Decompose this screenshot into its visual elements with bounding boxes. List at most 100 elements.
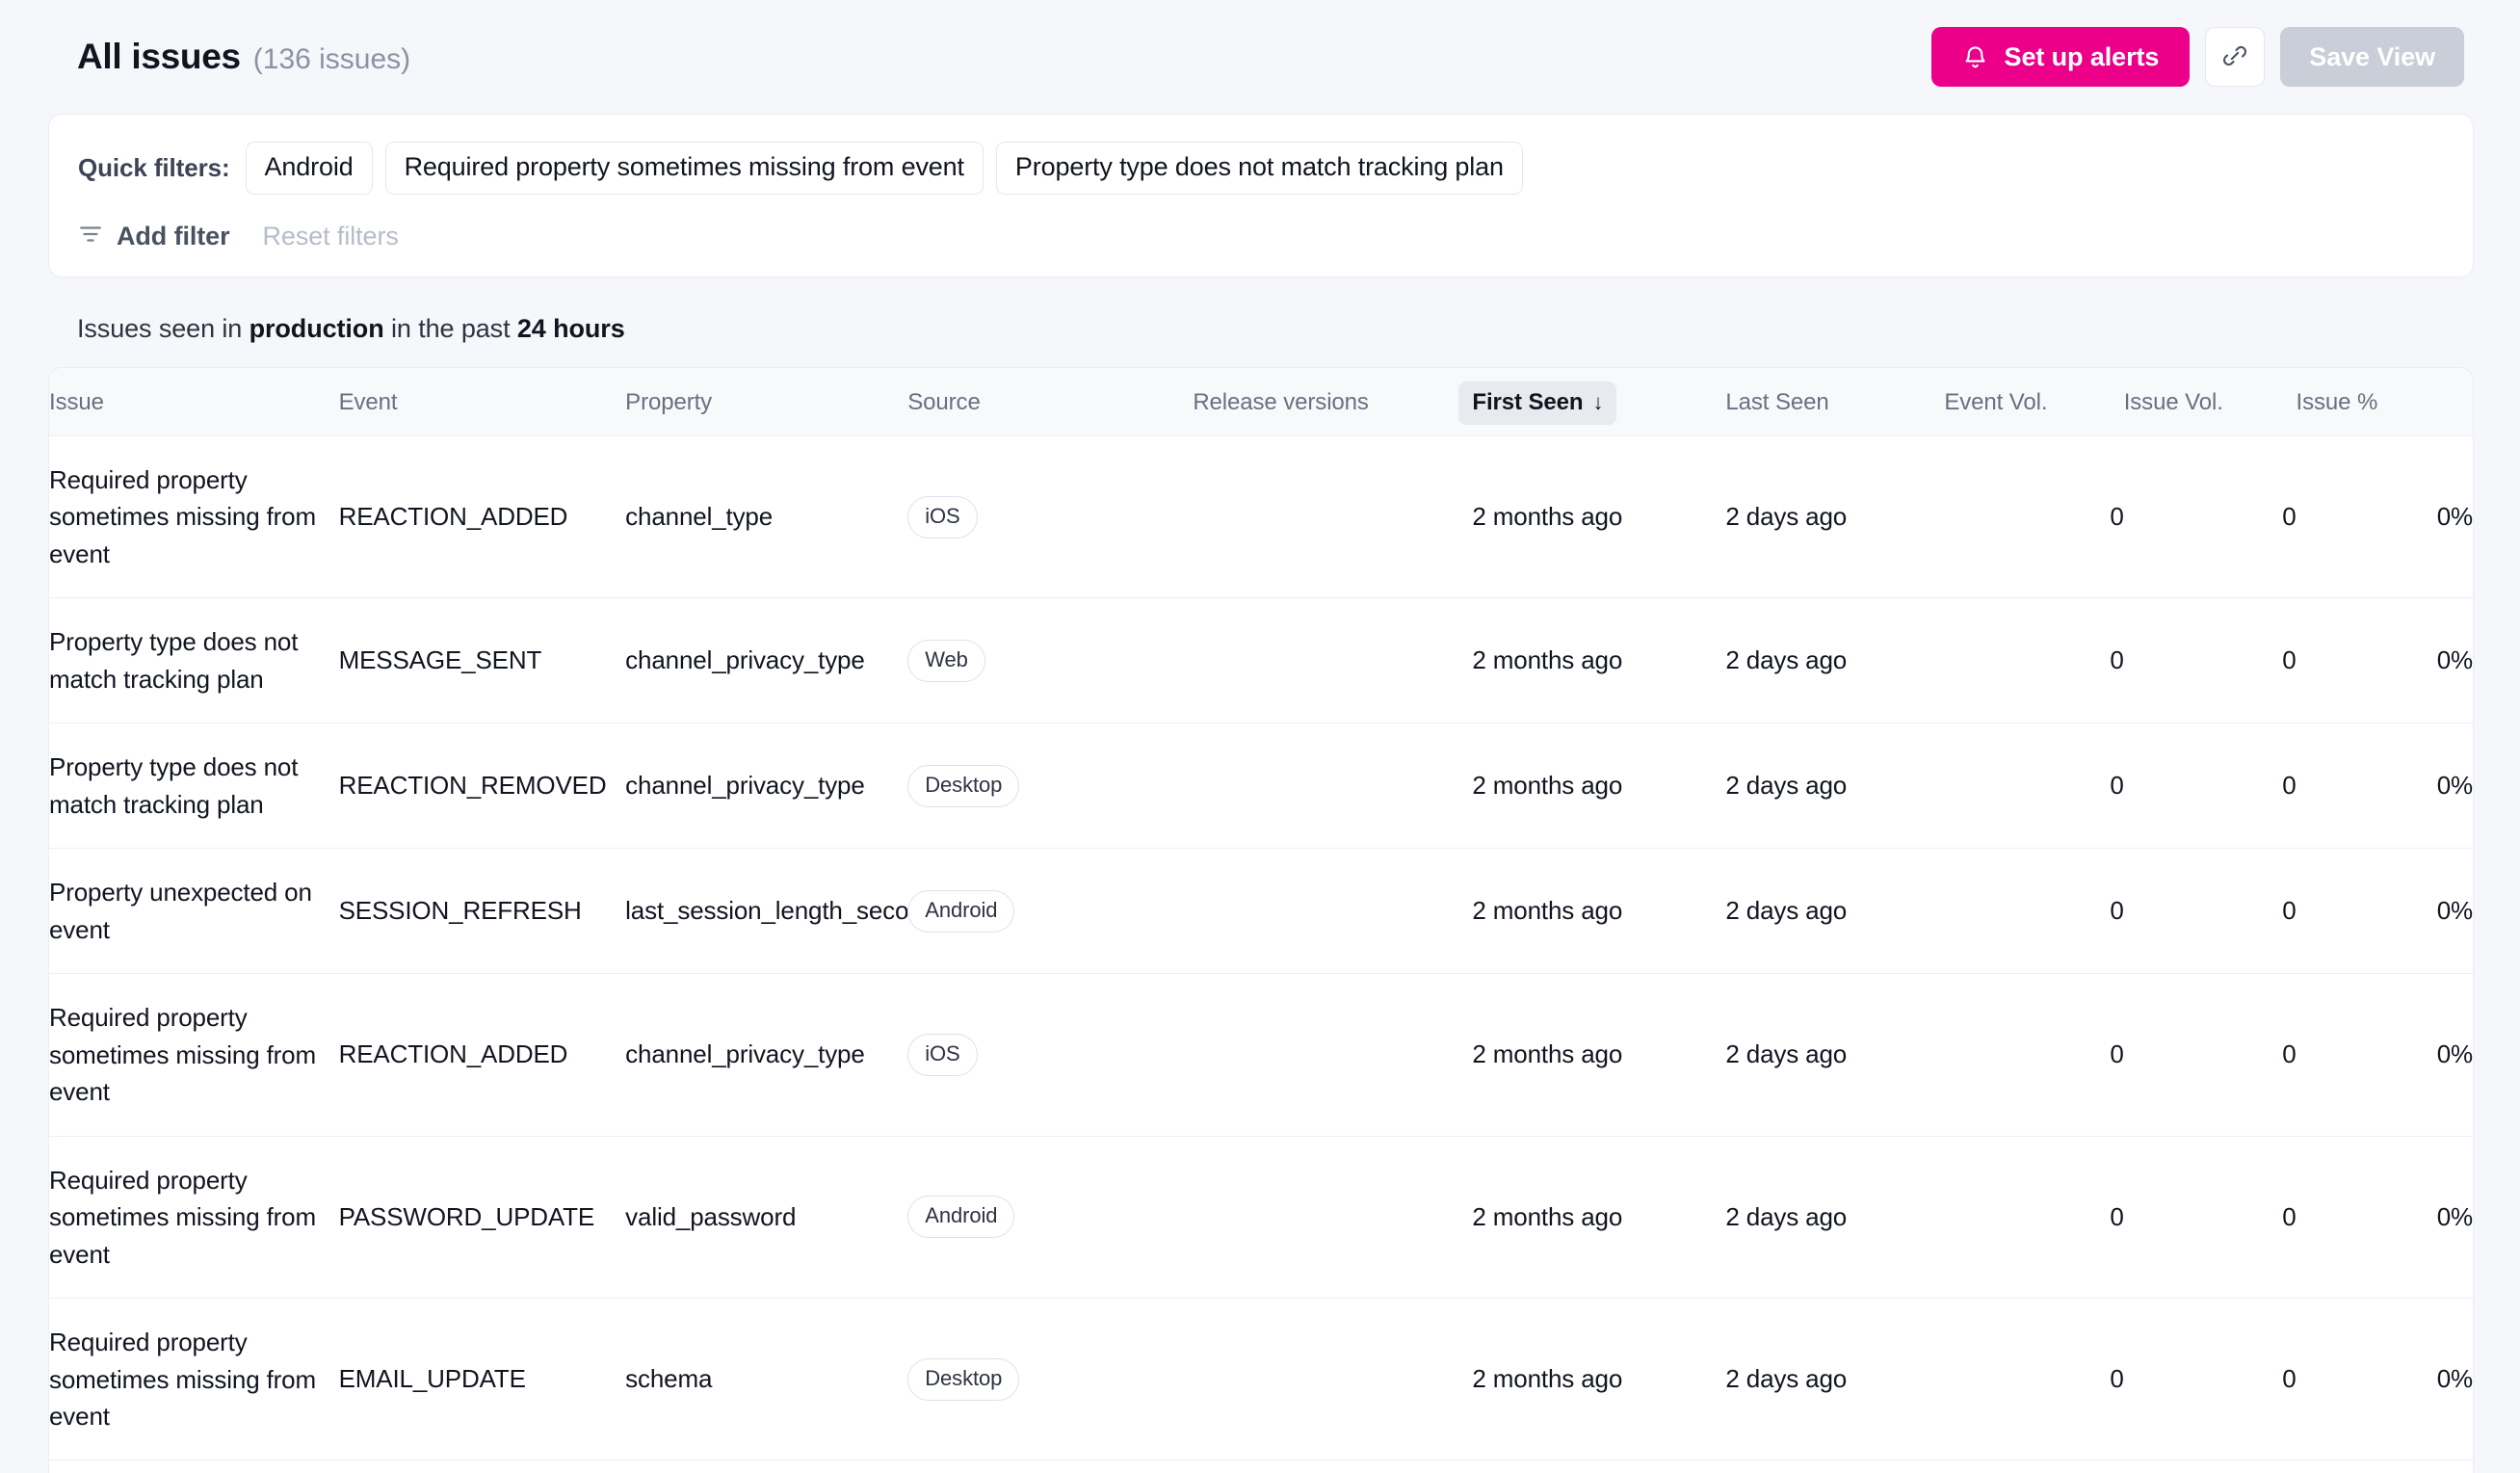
source-badge: Android [907, 1196, 1015, 1239]
cell-issue-vol: 0 [2123, 1460, 2297, 1473]
issues-table: Issue Event Property Source Release vers… [49, 368, 2473, 1473]
cell-issue-pct: 0% [2296, 435, 2473, 599]
add-filter-label: Add filter [117, 222, 230, 250]
quick-filter-property-type-mismatch[interactable]: Property type does not match tracking pl… [995, 142, 1523, 195]
cell-last-seen: 2 days ago [1725, 973, 1945, 1137]
column-header-issue-vol[interactable]: Issue Vol. [2123, 368, 2297, 436]
cell-last-seen: 2 days ago [1725, 1460, 1945, 1473]
column-header-issue-pct[interactable]: Issue % [2296, 368, 2473, 436]
source-badge: iOS [907, 495, 978, 539]
table-row[interactable]: Property type does not match tracking pl… [49, 723, 2473, 850]
cell-issue-pct: 0% [2296, 1136, 2473, 1300]
cell-issue-pct-text: 0% [2436, 1039, 2473, 1069]
cell-issue-vol: 0 [2123, 848, 2297, 975]
cell-event-vol-text: 0 [2110, 1201, 2124, 1231]
cell-event-vol-text: 0 [2110, 645, 2124, 675]
cell-event-vol: 0 [1944, 848, 2124, 975]
cell-property-text: last_session_length_secon… [625, 896, 948, 926]
cell-issue-pct: 0% [2296, 973, 2473, 1137]
cell-release-versions [1193, 973, 1473, 1137]
cell-last-seen: 2 days ago [1725, 1136, 1945, 1300]
cell-last-seen-text: 2 days ago [1725, 771, 1848, 801]
source-badge: iOS [907, 1033, 978, 1076]
cell-event-vol: 0 [1944, 1298, 2124, 1461]
cell-issue-vol-text: 0 [2282, 1364, 2297, 1394]
column-header-release-versions[interactable]: Release versions [1193, 368, 1473, 436]
cell-issue: Required property sometimes missing from… [49, 435, 339, 599]
cell-release-versions [1193, 1460, 1473, 1473]
cell-event-vol: 0 [1944, 973, 2124, 1137]
cell-event-text: EMAIL_UPDATE [338, 1364, 526, 1394]
cell-event: REACTION_ADDED [338, 973, 626, 1137]
table-row[interactable]: Property type does not match tracking pl… [49, 597, 2473, 724]
filter-actions-row: Add filter Reset filters [49, 195, 2473, 251]
cell-last-seen-text: 2 days ago [1725, 645, 1848, 675]
cell-event: EMAIL_UPDATE [338, 1298, 626, 1461]
cell-issue-pct-text: 0% [2436, 1364, 2473, 1394]
cell-source: iOS [907, 973, 1194, 1137]
column-header-property[interactable]: Property [625, 368, 908, 436]
cell-event-vol: 0 [1944, 723, 2124, 850]
cell-property-text: valid_password [625, 1201, 797, 1231]
cell-issue-vol: 0 [2123, 1298, 2297, 1461]
cell-event: MESSAGE_SENT [338, 597, 626, 724]
cell-issue-pct: 0% [2296, 723, 2473, 850]
quick-filter-android[interactable]: Android [245, 142, 373, 195]
table-row[interactable]: Required property sometimes missing from… [49, 1298, 2473, 1461]
save-view-button[interactable]: Save View [2280, 27, 2464, 87]
cell-property: channel_privacy_type [625, 723, 908, 850]
column-header-event[interactable]: Event [338, 368, 626, 436]
source-badge: Web [907, 639, 985, 682]
cell-last-seen: 2 days ago [1725, 597, 1945, 724]
add-filter-button[interactable]: Add filter [78, 222, 230, 251]
column-header-event-vol[interactable]: Event Vol. [1944, 368, 2124, 436]
quick-filters-label: Quick filters: [78, 153, 230, 182]
set-up-alerts-button[interactable]: Set up alerts [1930, 27, 2191, 87]
cell-last-seen: 2 days ago [1725, 435, 1945, 599]
cell-event: REACTION_REMOVED [338, 723, 626, 850]
cell-issue-vol: 0 [2123, 435, 2297, 599]
cell-issue-vol: 0 [2123, 973, 2297, 1137]
cell-event-text: REACTION_ADDED [338, 502, 568, 532]
cell-event-text: MESSAGE_SENT [338, 645, 542, 675]
table-row[interactable]: Property unexpected on event SESSION_REFR… [49, 848, 2473, 975]
cell-issue-vol: 0 [2123, 597, 2297, 724]
table-row[interactable]: Event unexpected by tracking planExperim… [49, 1460, 2473, 1473]
reset-filters-button[interactable]: Reset filters [263, 222, 399, 251]
cell-event-vol-text: 0 [2110, 771, 2124, 801]
summary-environment: production [249, 314, 384, 343]
column-header-last-seen[interactable]: Last Seen [1725, 368, 1945, 436]
cell-first-seen-text: 2 months ago [1472, 1201, 1623, 1231]
column-header-issue[interactable]: Issue [49, 368, 339, 436]
cell-issue-text: Property unexpected on event [49, 878, 312, 944]
cell-property-text: schema [625, 1364, 713, 1394]
cell-last-seen-text: 2 days ago [1725, 896, 1848, 926]
cell-issue: Event unexpected by tracking plan [49, 1460, 339, 1473]
table-row[interactable]: Required property sometimes missing from… [49, 435, 2473, 599]
issue-count-label: (136 issues) [252, 43, 411, 75]
cell-issue-pct: 0% [2296, 848, 2473, 975]
cell-source: Desktop [907, 1460, 1194, 1473]
cell-issue: Required property sometimes missing from… [49, 1298, 339, 1461]
cell-source: Android [907, 848, 1194, 975]
cell-issue: Property unexpected on event [49, 848, 339, 975]
quick-filter-required-property-missing[interactable]: Required property sometimes missing from… [384, 142, 984, 195]
page-title-text: All issues [77, 37, 241, 76]
cell-event-vol: 0 [1944, 597, 2124, 724]
cell-property: channel_type [625, 435, 908, 599]
cell-release-versions [1193, 1136, 1473, 1300]
table-row[interactable]: Required property sometimes missing from… [49, 1136, 2473, 1300]
column-header-source[interactable]: Source [907, 368, 1194, 436]
cell-source: Desktop [907, 1298, 1194, 1461]
filter-icon [78, 222, 103, 251]
cell-release-versions [1193, 723, 1473, 850]
cell-property: last_session_length_secon… [625, 848, 948, 975]
cell-issue-vol: 0 [2123, 1136, 2297, 1300]
copy-link-button[interactable] [2205, 27, 2266, 87]
cell-issue-vol-text: 0 [2282, 645, 2297, 675]
cell-source: Android [907, 1136, 1194, 1300]
cell-property-text: channel_privacy_type [625, 645, 865, 675]
cell-issue-pct: 0% [2296, 1460, 2473, 1473]
column-header-first-seen[interactable]: First Seen ↓ [1458, 368, 1726, 436]
table-row[interactable]: Required property sometimes missing from… [49, 973, 2473, 1137]
